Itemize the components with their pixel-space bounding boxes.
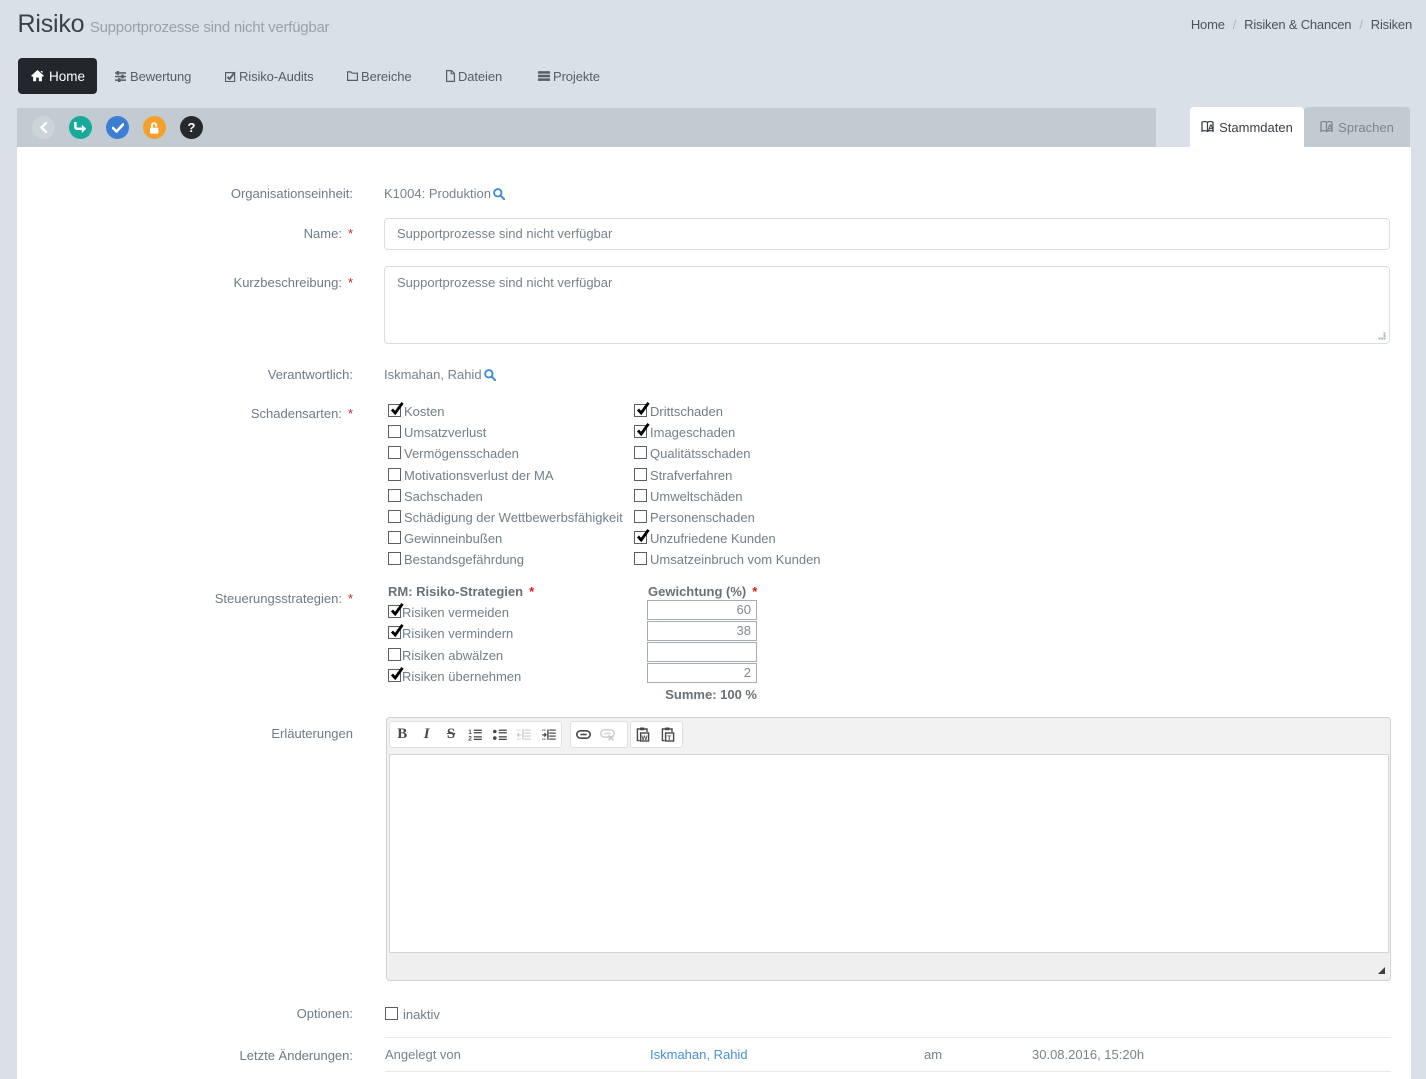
svg-text:T: T (667, 735, 671, 742)
svg-text:2: 2 (469, 735, 473, 740)
svg-text:A: A (1327, 122, 1333, 132)
svg-text:A: A (1208, 122, 1214, 132)
svg-text:W: W (642, 735, 649, 742)
